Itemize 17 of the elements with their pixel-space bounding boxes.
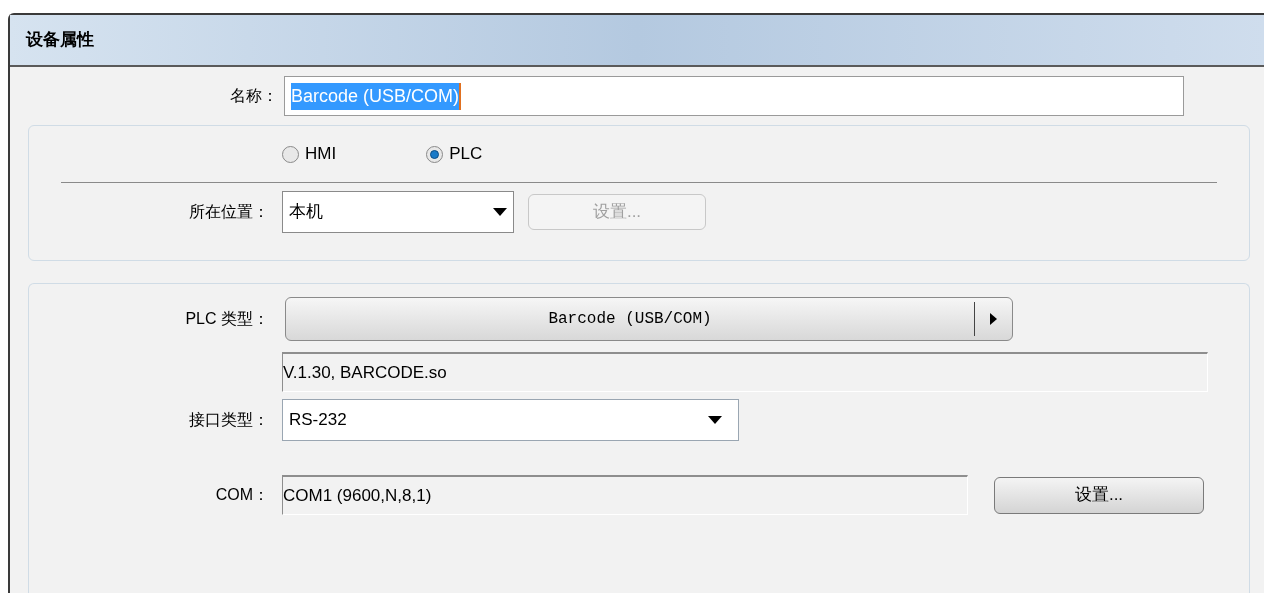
radio-option[interactable]: PLC <box>426 141 483 167</box>
interface-type-label: 接口类型： <box>188 410 270 430</box>
radio-option[interactable]: HMI <box>282 141 337 167</box>
window-title: 设备属性 <box>26 29 94 52</box>
com-settings-field: COM1 (9600,N,8,1) <box>282 475 968 515</box>
settings-button[interactable]: 设置... <box>994 476 1204 514</box>
triangle-right-icon <box>990 313 997 325</box>
location-dropdown[interactable]: 本机 <box>282 191 514 233</box>
name-label: 名称： <box>229 86 279 106</box>
location-label: 所在位置： <box>188 202 270 222</box>
dropdown-arrow-icon <box>493 208 507 216</box>
plc-type-button[interactable]: Barcode (USB/COM) <box>285 297 1013 341</box>
dropdown-arrow-icon <box>708 416 722 424</box>
interface-type-dropdown[interactable]: RS-232 <box>282 399 739 441</box>
com-label: COM： <box>214 485 270 505</box>
driver-info-field: V.1.30, BARCODE.so <box>282 352 1208 392</box>
plc-type-label: PLC 类型： <box>184 309 270 329</box>
